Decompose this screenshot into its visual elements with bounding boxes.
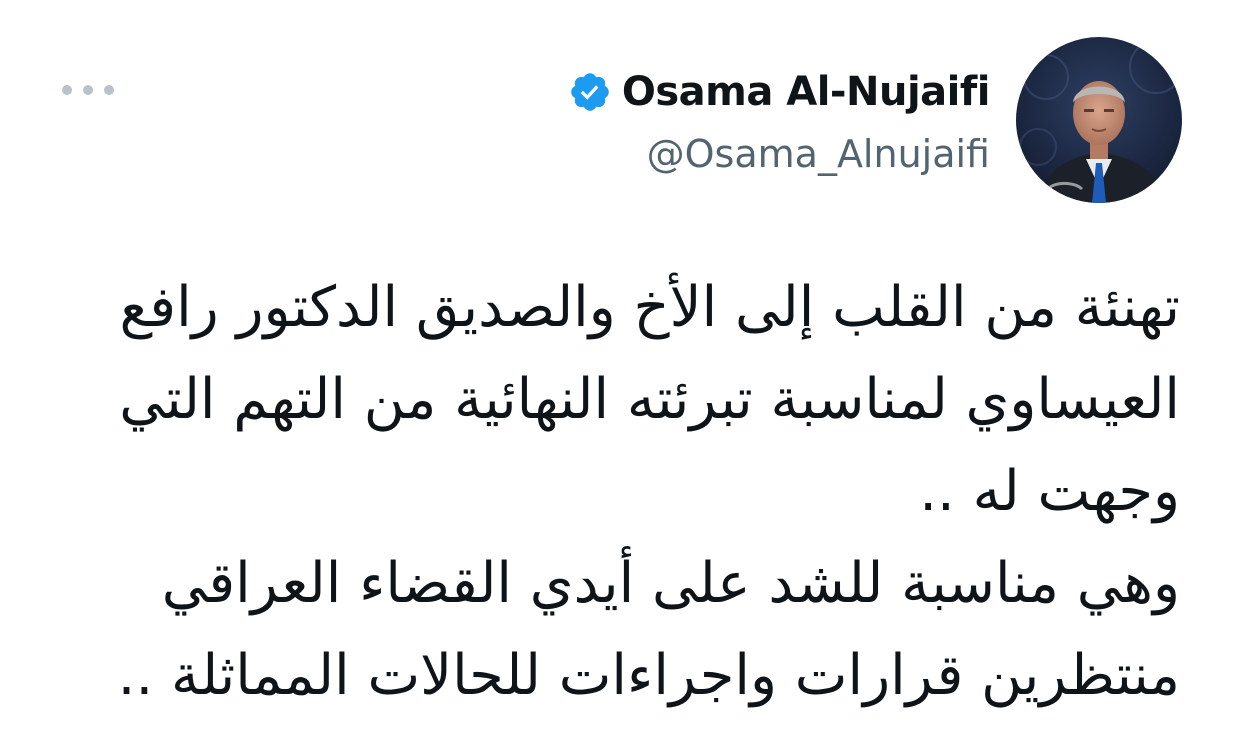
author-display-name[interactable]: Osama Al-Nujaifi: [622, 69, 991, 115]
tweet-text: تهنئة من القلب إلى الأخ والصديق الدكتور …: [60, 262, 1180, 722]
tweet-author: Osama Al-Nujaifi @Osama_Alnujaifi: [568, 62, 991, 176]
more-options-icon-dot: [104, 85, 114, 95]
avatar[interactable]: [1016, 37, 1182, 203]
verified-badge-icon: [571, 73, 609, 111]
tweet-text-line: وجهت له ..: [919, 459, 1180, 524]
tweet-text-line: تهنئة من القلب إلى الأخ والصديق الدكتور …: [119, 275, 1181, 340]
tweet-text-line: وهي مناسبة للشد على أيدي القضاء العراقي: [161, 551, 1180, 616]
more-options-icon-dot: [83, 85, 93, 95]
author-handle[interactable]: @Osama_Alnujaifi: [568, 132, 990, 176]
more-options-button[interactable]: [62, 76, 114, 104]
tweet-text-line: منتظرين قرارات واجراءات للحالات المماثلة…: [117, 643, 1180, 708]
profile-photo-icon: [1016, 37, 1182, 203]
more-options-icon-dot: [62, 85, 72, 95]
tweet-card: Osama Al-Nujaifi @Osama_Alnujaifi تهنئة …: [0, 0, 1242, 752]
tweet-text-line: العيساوي لمناسبة تبرئته النهائية من الته…: [119, 367, 1180, 432]
author-name-row: Osama Al-Nujaifi: [568, 62, 991, 122]
